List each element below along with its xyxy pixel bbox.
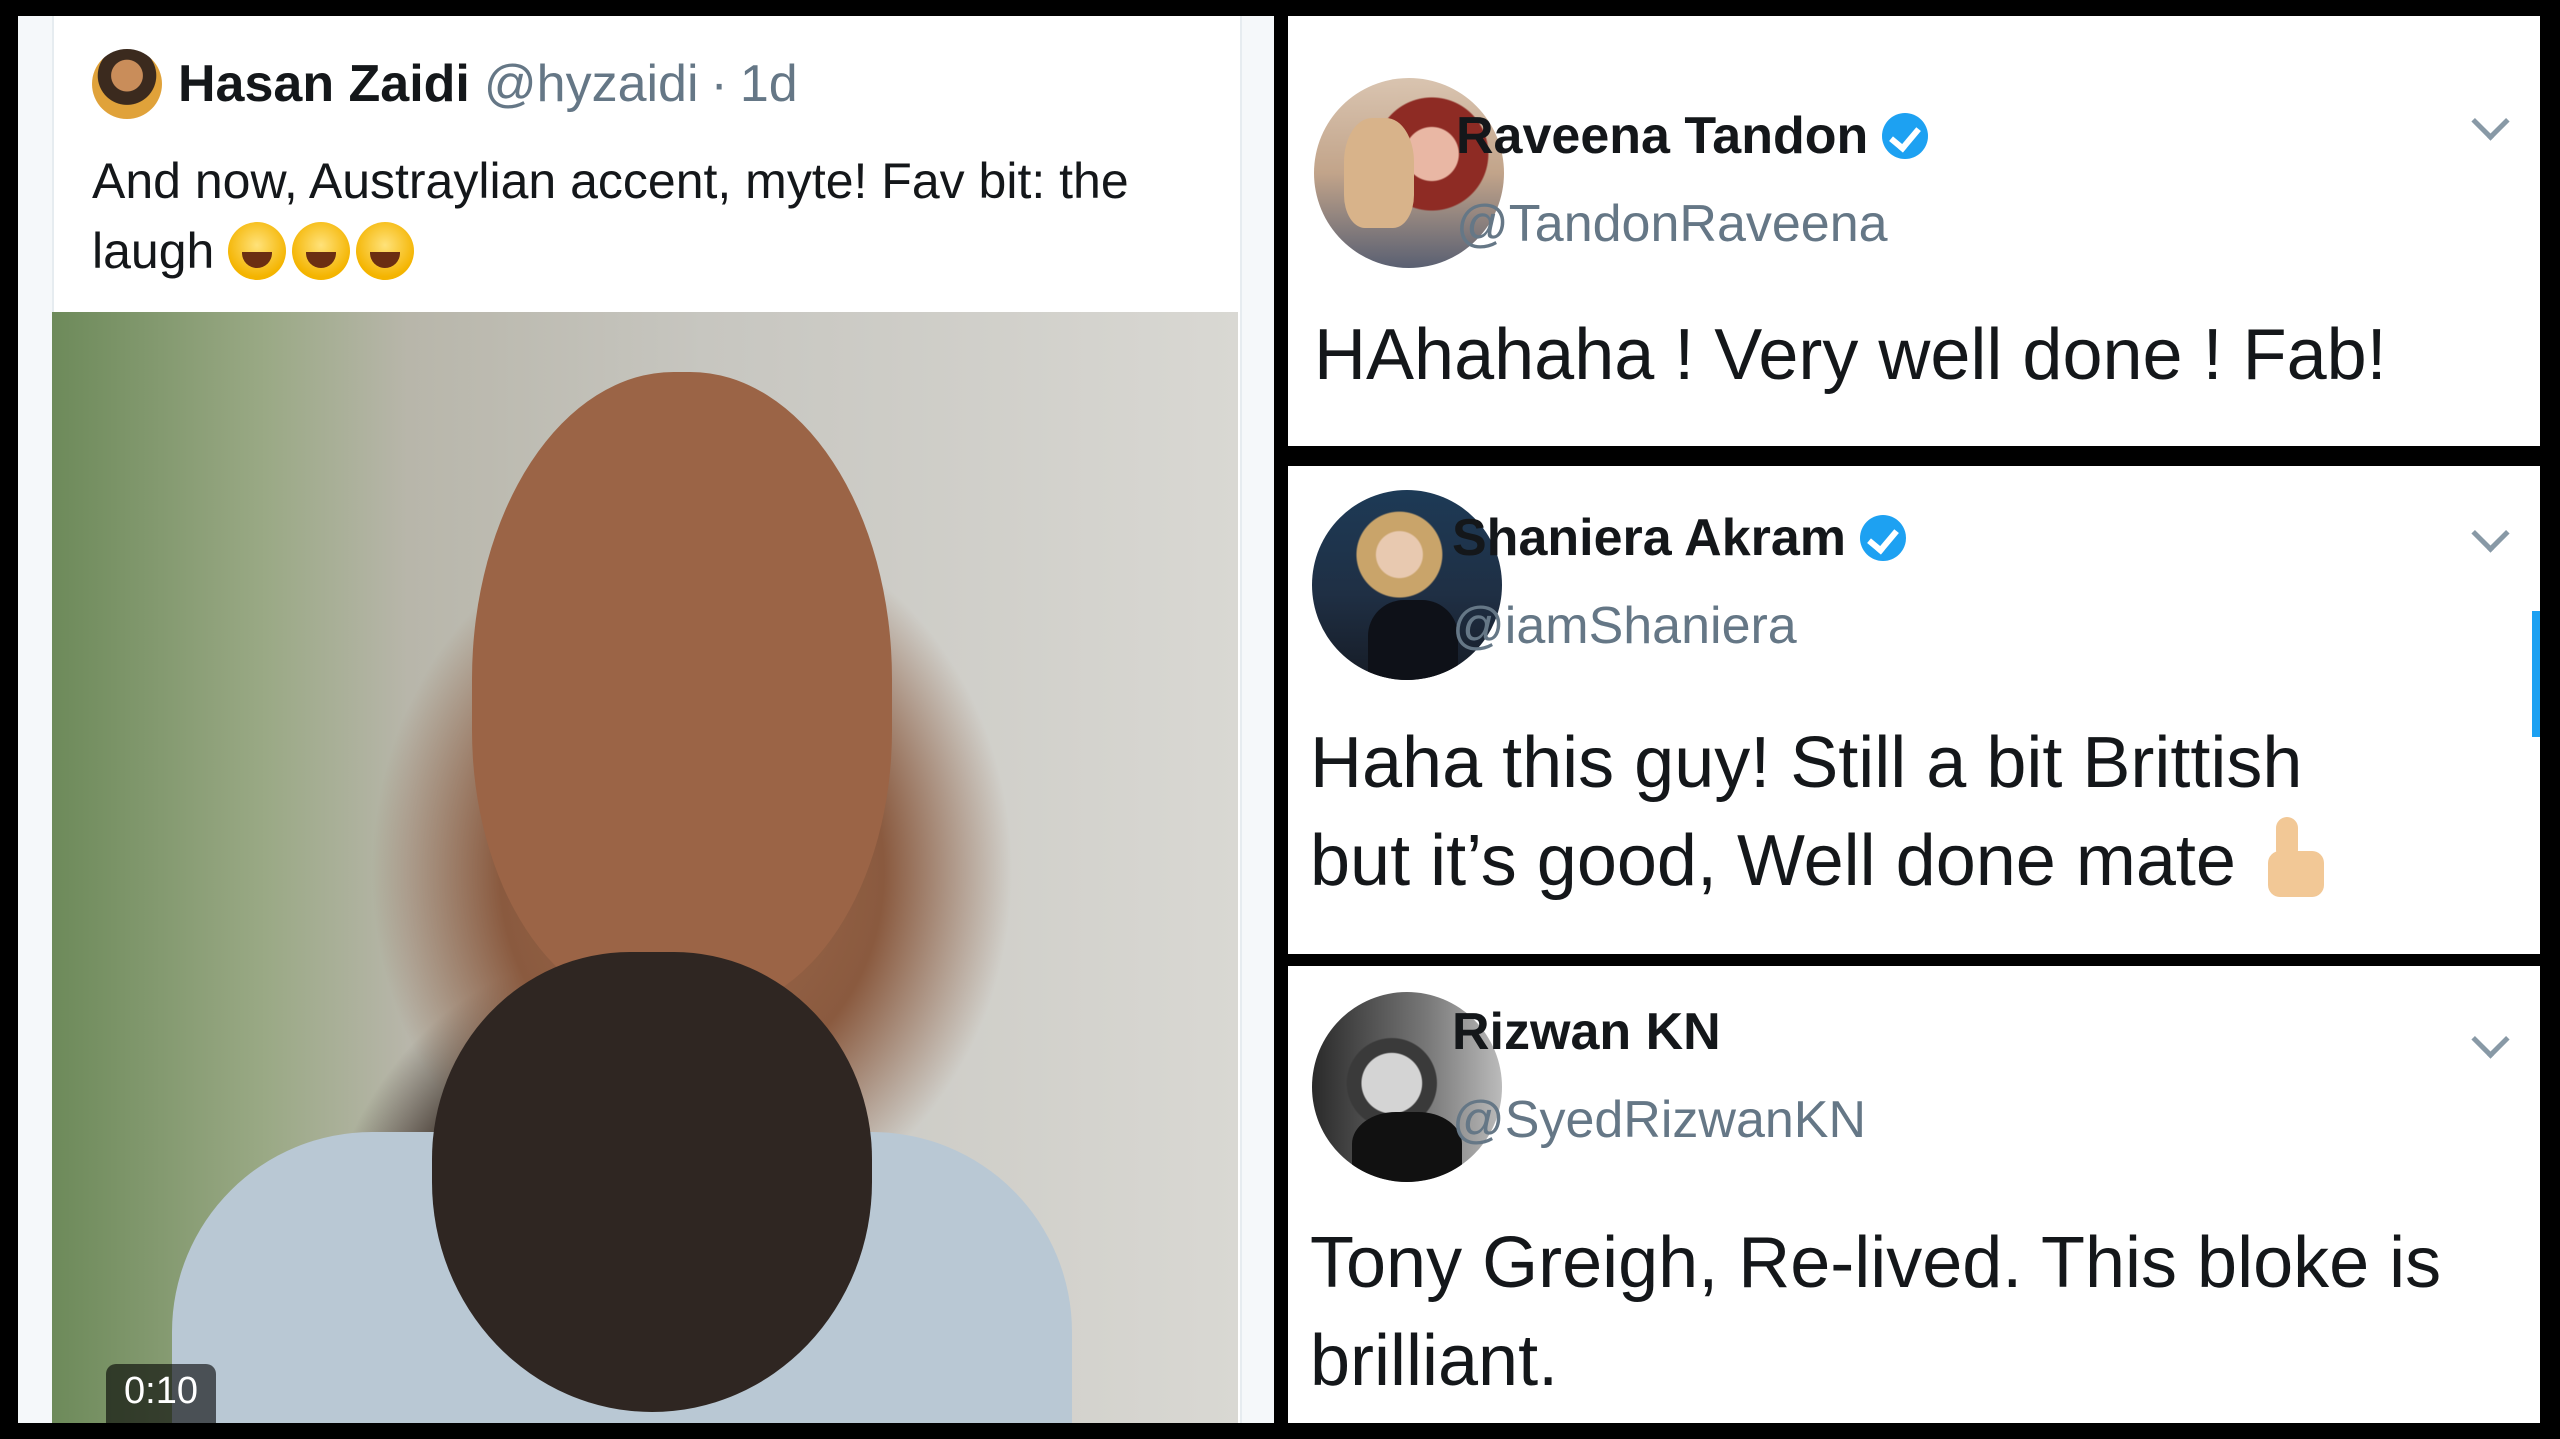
verified-badge-icon xyxy=(1882,113,1929,159)
chevron-down-icon[interactable] xyxy=(2471,1020,2510,1059)
reply-card[interactable]: Rizwan KN @SyedRizwanKN Tony Greigh, Re-… xyxy=(1288,966,2540,1423)
reply-text-line-1: Tony Greigh, Re-lived. This bloke is xyxy=(1310,1223,2442,1303)
video-frame-beard xyxy=(432,952,872,1412)
reply-text-line-1: Haha this guy! Still a bit Brittish xyxy=(1310,723,2303,803)
verified-badge-icon xyxy=(1860,515,1907,561)
tweet-text: And now, Austraylian accent, myte! Fav b… xyxy=(92,146,1212,286)
reply-text-line-2: brilliant. xyxy=(1310,1321,1559,1401)
laughing-emoji-icon xyxy=(356,222,415,280)
reply-name-row: Rizwan KN xyxy=(1452,1002,1721,1062)
video-duration-badge: 0:10 xyxy=(106,1364,216,1423)
video-frame-face xyxy=(472,372,892,1012)
laughing-emoji-icon xyxy=(228,222,287,280)
reply-text-line-2: but it’s good, Well done mate xyxy=(1310,812,2330,910)
separator: · xyxy=(710,55,728,113)
scrollbar[interactable] xyxy=(2532,611,2540,737)
author-name[interactable]: Shaniera Akram xyxy=(1452,508,1846,568)
author-handle[interactable]: @TandonRaveena xyxy=(1456,194,1888,254)
reply-name-row: Shaniera Akram xyxy=(1452,508,1907,568)
chevron-down-icon[interactable] xyxy=(2471,514,2510,553)
author-handle[interactable]: @hyzaidi xyxy=(484,54,699,114)
avatar[interactable] xyxy=(92,49,162,119)
laughing-emoji-icon xyxy=(292,222,351,280)
replies-panel: Raveena Tandon @TandonRaveena HAhahaha !… xyxy=(1284,16,2542,1423)
tweet-header: Hasan Zaidi @hyzaidi · 1d xyxy=(92,36,798,132)
author-name[interactable]: Rizwan KN xyxy=(1452,1002,1721,1062)
reply-text: HAhahaha ! Very well done ! Fab! xyxy=(1314,315,2387,395)
chevron-down-icon[interactable] xyxy=(2471,102,2510,141)
original-tweet-panel: Hasan Zaidi @hyzaidi · 1d And now, Austr… xyxy=(18,16,1274,1423)
author-name[interactable]: Hasan Zaidi xyxy=(178,54,470,114)
reply-text-line-2-content: but it’s good, Well done mate xyxy=(1310,821,2236,901)
reply-name-row: Raveena Tandon xyxy=(1456,106,1929,166)
author-name[interactable]: Raveena Tandon xyxy=(1456,106,1868,166)
author-handle[interactable]: @iamShaniera xyxy=(1452,596,1797,656)
tweet-video[interactable]: 0:10 xyxy=(52,312,1238,1423)
reply-card[interactable]: Raveena Tandon @TandonRaveena HAhahaha !… xyxy=(1288,16,2540,446)
reply-card[interactable]: Shaniera Akram @iamShaniera Haha this gu… xyxy=(1288,466,2540,954)
timestamp[interactable]: 1d xyxy=(740,54,798,114)
author-handle[interactable]: @SyedRizwanKN xyxy=(1452,1090,1866,1150)
thumbs-up-icon xyxy=(2256,817,2330,901)
